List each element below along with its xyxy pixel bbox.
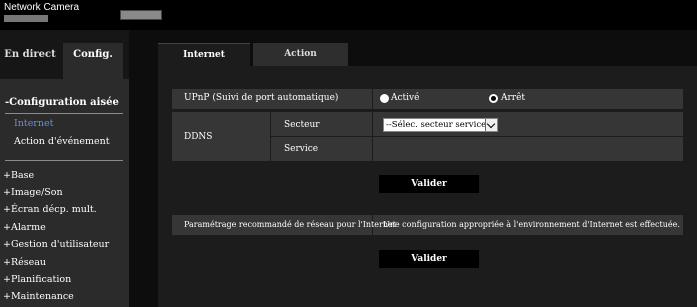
camera-title-redacted [120,10,162,20]
upnp-on-radio[interactable] [380,94,389,103]
sidebar-item-event-action[interactable]: Action d'événement [14,136,110,147]
upnp-off-label[interactable]: Arrêt [501,93,525,103]
upnp-label: UPnP (Suivi de port automatique) [184,93,339,103]
apply-recommended-button[interactable]: Valider [379,250,479,268]
sidebar-item-user-management[interactable]: +Gestion d'utilisateur [3,239,109,250]
tab-event-action[interactable]: Action d'événement [253,43,348,82]
sector-select-value: --Sélec. secteur service-- [386,120,492,130]
main-content: Internet Action d'événement UPnP (Suivi … [158,30,697,307]
upnp-on-label[interactable]: Activé [391,93,419,103]
sidebar-item-alarm[interactable]: +Alarme [3,222,46,233]
sidebar-item-network[interactable]: +Réseau [3,257,46,268]
apply-button[interactable]: Valider [379,175,479,193]
sidebar: En direct Config. -Configuration aisée I… [0,30,129,307]
tab-strip: Internet Action d'événement [158,30,697,82]
sidebar-item-internet[interactable]: Internet [14,118,53,129]
recommended-network-description: Une configuration appropriée à l'environ… [383,220,680,229]
sector-label: Secteur [284,120,320,130]
sidebar-item-multi-screen[interactable]: +Écran décp. mult. [3,204,97,215]
mode-tabs: En direct Config. [0,30,129,79]
sector-select[interactable]: --Sélec. secteur service-- [383,118,498,132]
recommended-network-label: Paramétrage recommandé de réseau pour l'… [184,220,396,229]
config-tab[interactable]: Config. [63,43,123,79]
easy-config-heading[interactable]: -Configuration aisée [5,97,119,108]
chevron-down-icon[interactable] [485,119,497,131]
sidebar-item-schedule[interactable]: +Planification [3,274,71,285]
service-label: Service [284,144,319,154]
sidebar-item-image-audio[interactable]: +Image/Son [3,187,63,198]
upnp-off-radio[interactable] [489,94,498,103]
brand-name: Network Camera [4,2,80,13]
sidebar-item-maintenance[interactable]: +Maintenance [3,291,74,302]
model-number-redacted [4,15,48,22]
divider [5,160,123,161]
live-view-tab[interactable]: En direct [0,43,60,67]
divider [5,113,123,114]
tab-internet[interactable]: Internet [158,43,250,66]
ddns-label: DDNS [184,132,213,142]
top-bar: Network Camera [0,0,697,30]
sidebar-item-basic[interactable]: +Base [3,170,34,181]
